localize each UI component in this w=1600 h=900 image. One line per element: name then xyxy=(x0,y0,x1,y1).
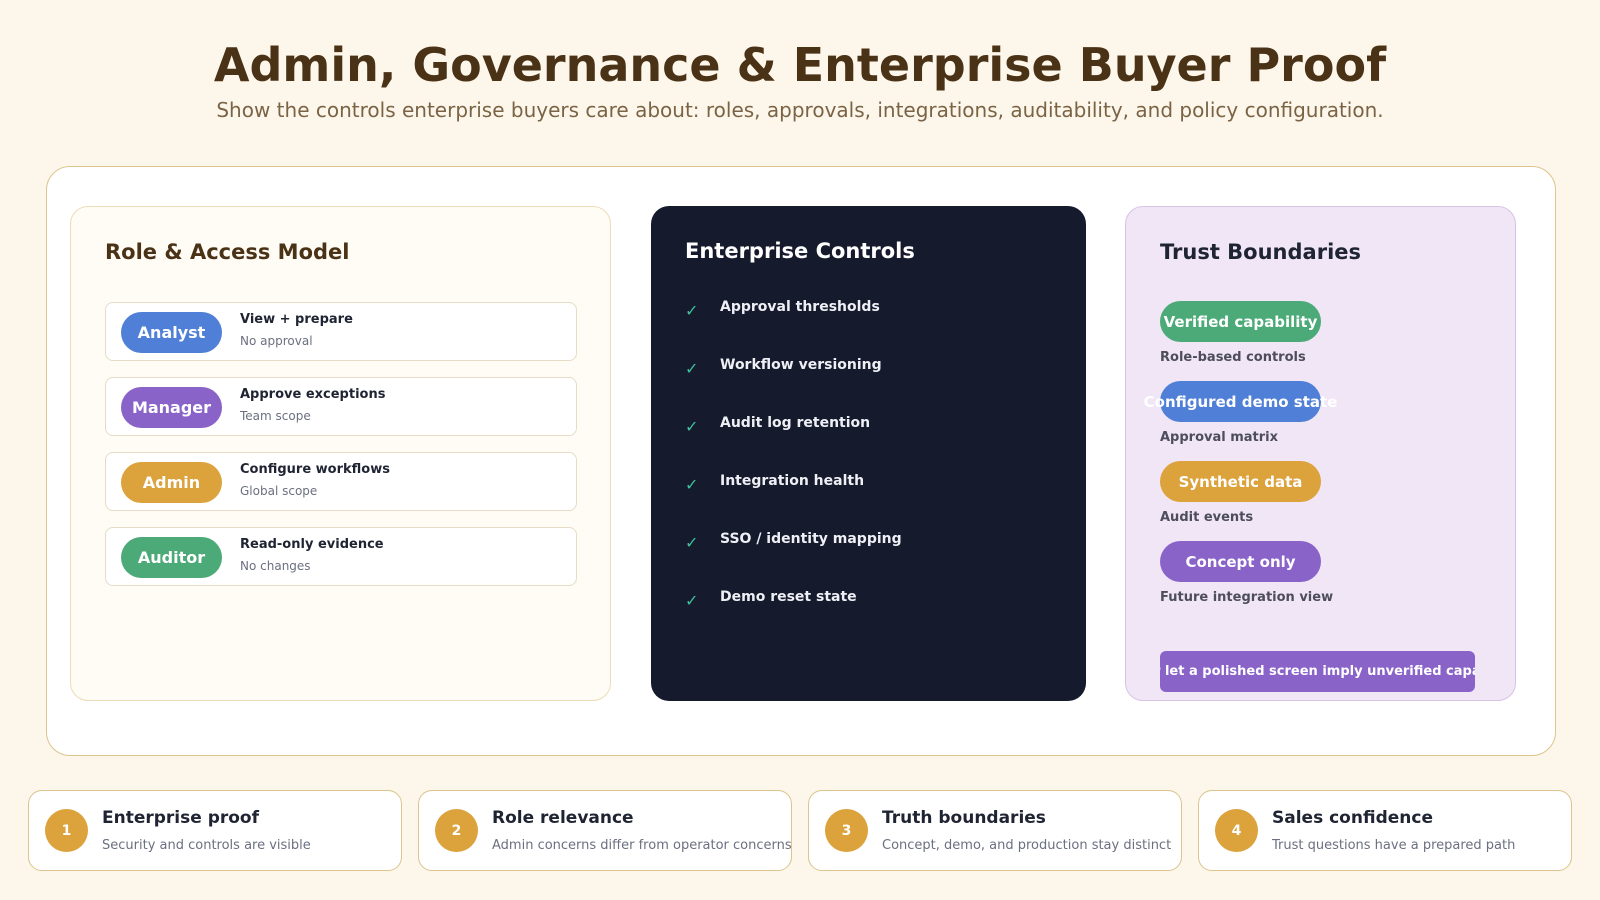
role-action: Read-only evidence xyxy=(240,537,384,552)
trust-badge-demo-state: Configured demo state xyxy=(1144,381,1337,422)
role-access-panel: Role & Access Model Analyst View + prepa… xyxy=(70,206,611,701)
trust-badge-synthetic: Synthetic data xyxy=(1160,461,1321,502)
role-scope: No approval xyxy=(240,334,313,348)
trust-desc: Approval matrix xyxy=(1160,430,1279,445)
card-title: Role relevance xyxy=(492,808,634,828)
outcome-card-enterprise-proof: 1 Enterprise proof Security and controls… xyxy=(28,790,402,871)
step-number-badge: 2 xyxy=(435,809,478,852)
control-label: Demo reset state xyxy=(720,589,857,605)
check-icon: ✓ xyxy=(685,417,699,436)
trust-desc: Audit events xyxy=(1160,510,1254,525)
enterprise-controls-panel: Enterprise Controls ✓ Approval threshold… xyxy=(651,206,1086,701)
card-description: Trust questions have a prepared path xyxy=(1272,838,1516,853)
outcome-card-truth-boundaries: 3 Truth boundaries Concept, demo, and pr… xyxy=(808,790,1182,871)
page-title: Admin, Governance & Enterprise Buyer Pro… xyxy=(213,38,1387,92)
control-label: SSO / identity mapping xyxy=(720,531,902,547)
enterprise-controls-title: Enterprise Controls xyxy=(685,239,915,263)
check-icon: ✓ xyxy=(685,359,699,378)
control-label: Workflow versioning xyxy=(720,357,882,373)
control-label: Audit log retention xyxy=(720,415,871,431)
role-row-analyst: Analyst View + prepare No approval xyxy=(105,302,577,361)
outcome-card-sales-confidence: 4 Sales confidence Trust questions have … xyxy=(1198,790,1572,871)
role-row-admin: Admin Configure workflows Global scope xyxy=(105,452,577,511)
check-icon: ✓ xyxy=(685,301,699,320)
role-action: Configure workflows xyxy=(240,462,390,477)
card-description: Concept, demo, and production stay disti… xyxy=(882,838,1172,853)
step-number-badge: 3 xyxy=(825,809,868,852)
card-description: Security and controls are visible xyxy=(102,838,311,853)
role-action: View + prepare xyxy=(240,312,353,327)
role-badge-manager: Manager xyxy=(121,387,222,428)
card-description: Admin concerns differ from operator conc… xyxy=(492,838,792,853)
card-title: Truth boundaries xyxy=(882,808,1046,828)
control-label: Approval thresholds xyxy=(720,299,880,315)
card-title: Enterprise proof xyxy=(102,808,260,828)
trust-boundaries-title: Trust Boundaries xyxy=(1160,240,1362,264)
check-icon: ✓ xyxy=(685,591,699,610)
role-action: Approve exceptions xyxy=(240,387,386,402)
role-badge-auditor: Auditor xyxy=(121,537,222,578)
trust-warning-banner: Never let a polished screen imply unveri… xyxy=(1160,651,1475,692)
check-icon: ✓ xyxy=(685,475,699,494)
role-scope: Global scope xyxy=(240,484,318,498)
trust-desc: Role-based controls xyxy=(1160,350,1306,365)
step-number-badge: 1 xyxy=(45,809,88,852)
outcome-card-role-relevance: 2 Role relevance Admin concerns differ f… xyxy=(418,790,792,871)
page-subtitle: Show the controls enterprise buyers care… xyxy=(216,98,1384,122)
role-row-auditor: Auditor Read-only evidence No changes xyxy=(105,527,577,586)
card-title: Sales confidence xyxy=(1272,808,1433,828)
trust-badge-verified: Verified capability xyxy=(1160,301,1321,342)
role-badge-admin: Admin xyxy=(121,462,222,503)
trust-badge-concept: Concept only xyxy=(1160,541,1321,582)
role-access-title: Role & Access Model xyxy=(105,240,350,264)
role-scope: No changes xyxy=(240,559,311,573)
step-number-badge: 4 xyxy=(1215,809,1258,852)
control-label: Integration health xyxy=(720,473,865,489)
trust-boundaries-panel: Trust Boundaries Verified capability Rol… xyxy=(1125,206,1516,701)
role-badge-analyst: Analyst xyxy=(121,312,222,353)
check-icon: ✓ xyxy=(685,533,699,552)
role-row-manager: Manager Approve exceptions Team scope xyxy=(105,377,577,436)
trust-desc: Future integration view xyxy=(1160,590,1334,605)
role-scope: Team scope xyxy=(240,409,311,423)
